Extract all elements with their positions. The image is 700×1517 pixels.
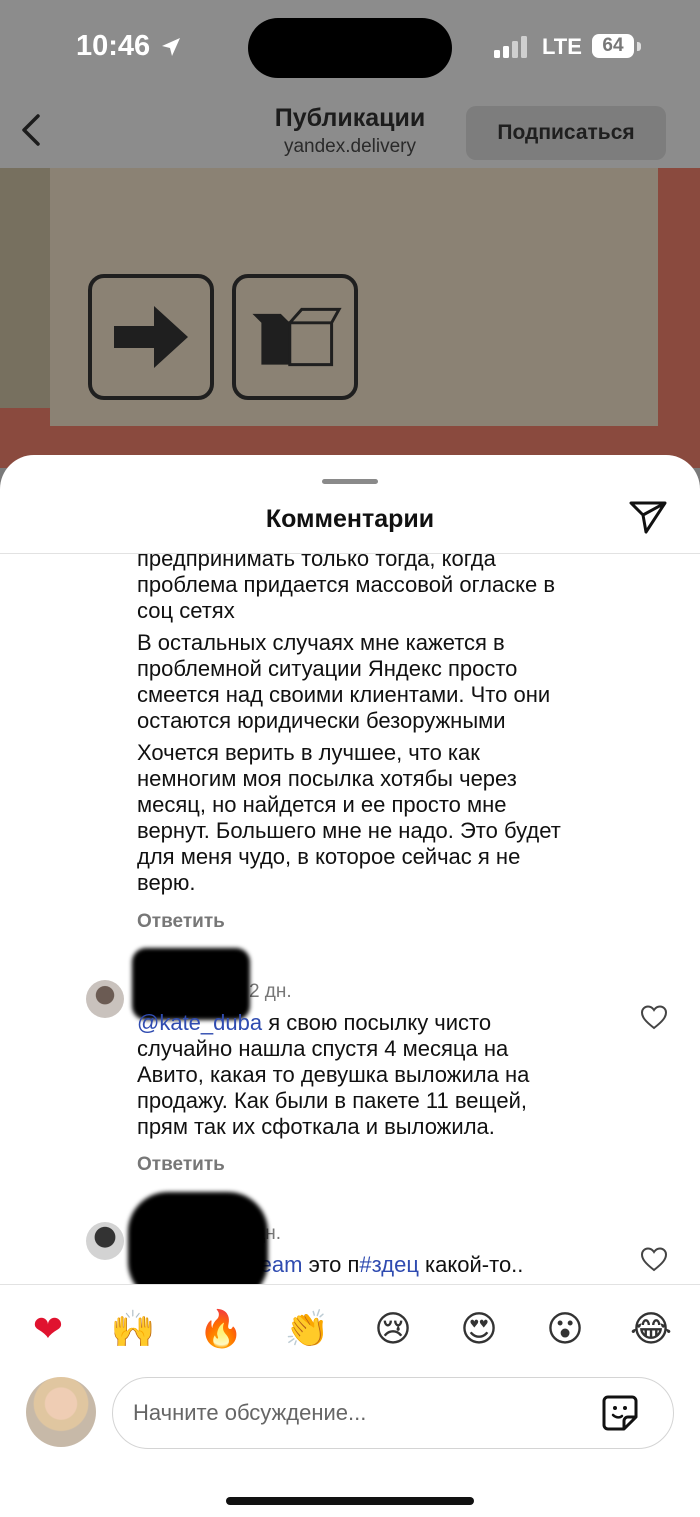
comment-body: это п — [302, 1252, 360, 1277]
comment-text: Хочется верить в лучшее, что как немноги… — [137, 740, 561, 895]
app-header: Публикации yandex.delivery Подписаться — [0, 96, 700, 168]
status-time: 10:46 — [76, 30, 151, 62]
sticker-icon[interactable] — [600, 1393, 640, 1433]
clapping-hands-emoji-icon[interactable]: 👏 — [282, 1305, 332, 1355]
sheet-grabber[interactable] — [322, 479, 378, 484]
share-send-icon[interactable] — [628, 499, 668, 535]
comment-input[interactable] — [112, 1377, 674, 1449]
network-type: LTE — [542, 34, 582, 59]
comment-time: 2 дн. — [248, 981, 292, 1002]
avatar[interactable] — [86, 980, 124, 1018]
comment-text: В остальных случаях мне кажется в пробле… — [137, 630, 551, 733]
hashtag-link[interactable]: #здец — [359, 1252, 419, 1277]
home-indicator — [226, 1497, 474, 1505]
subscribe-button[interactable]: Подписаться — [466, 106, 666, 160]
arrow-symbol-icon — [88, 274, 214, 400]
comment-text: @kate_duba я свою посылку чисто случайно… — [137, 1010, 617, 1140]
reply-button[interactable]: Ответить — [137, 911, 225, 933]
heart-eyes-emoji-icon[interactable]: 😍 — [454, 1305, 504, 1355]
sheet-title: Комментарии — [265, 505, 435, 533]
post-image — [0, 168, 700, 468]
like-heart-icon[interactable] — [640, 1004, 668, 1030]
redaction-mark — [128, 1192, 268, 1284]
comment-body-end: какой-то.. — [418, 1252, 524, 1277]
crying-face-emoji-icon[interactable]: 😢 — [368, 1305, 418, 1355]
like-heart-icon[interactable] — [640, 1246, 668, 1272]
status-bar: 10:46 LTE 64 — [0, 0, 700, 96]
emoji-reaction-bar: ❤ 🙌 🔥 👏 😢 😍 😮 😂 — [0, 1305, 700, 1355]
avatar[interactable] — [86, 1222, 124, 1260]
battery-level: 64 — [602, 35, 624, 56]
box-side — [0, 168, 50, 408]
open-box-symbol-icon — [232, 274, 358, 400]
comments-sheet: Комментарии предпринимать только тогда, … — [0, 455, 700, 1517]
reply-button[interactable]: Ответить — [137, 1154, 225, 1176]
comments-list[interactable]: предпринимать только тогда, когда пробле… — [0, 554, 700, 1284]
battery-tip — [637, 42, 641, 51]
emoji-divider — [0, 1284, 700, 1285]
cellular-signal-icon — [494, 36, 527, 58]
dynamic-island — [248, 18, 452, 78]
location-arrow-icon — [162, 38, 180, 56]
surprised-face-emoji-icon[interactable]: 😮 — [540, 1305, 590, 1355]
raising-hands-emoji-icon[interactable]: 🙌 — [108, 1305, 158, 1355]
mention-link[interactable]: @kate_duba — [137, 1010, 262, 1035]
comment-text: предпринимать только тогда, когда пробле… — [137, 554, 556, 623]
tears-of-joy-emoji-icon[interactable]: 😂 — [626, 1305, 676, 1355]
red-heart-emoji-icon[interactable]: ❤ — [23, 1305, 73, 1355]
fire-emoji-icon[interactable]: 🔥 — [196, 1305, 246, 1355]
current-user-avatar — [26, 1377, 96, 1447]
battery-icon: 64 — [592, 34, 634, 58]
